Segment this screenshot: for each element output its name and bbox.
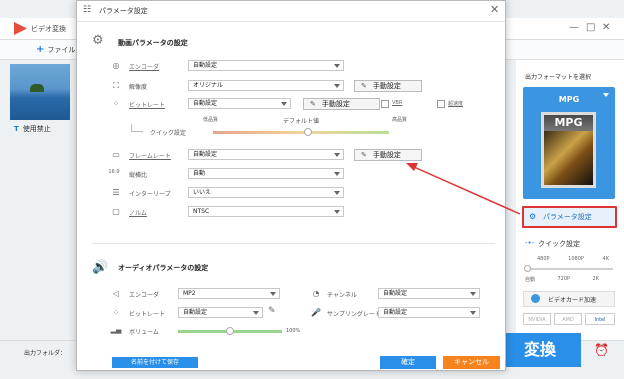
annotation-arrow [406,163,521,215]
arrow-line [413,166,521,215]
arrow-head [406,163,418,171]
